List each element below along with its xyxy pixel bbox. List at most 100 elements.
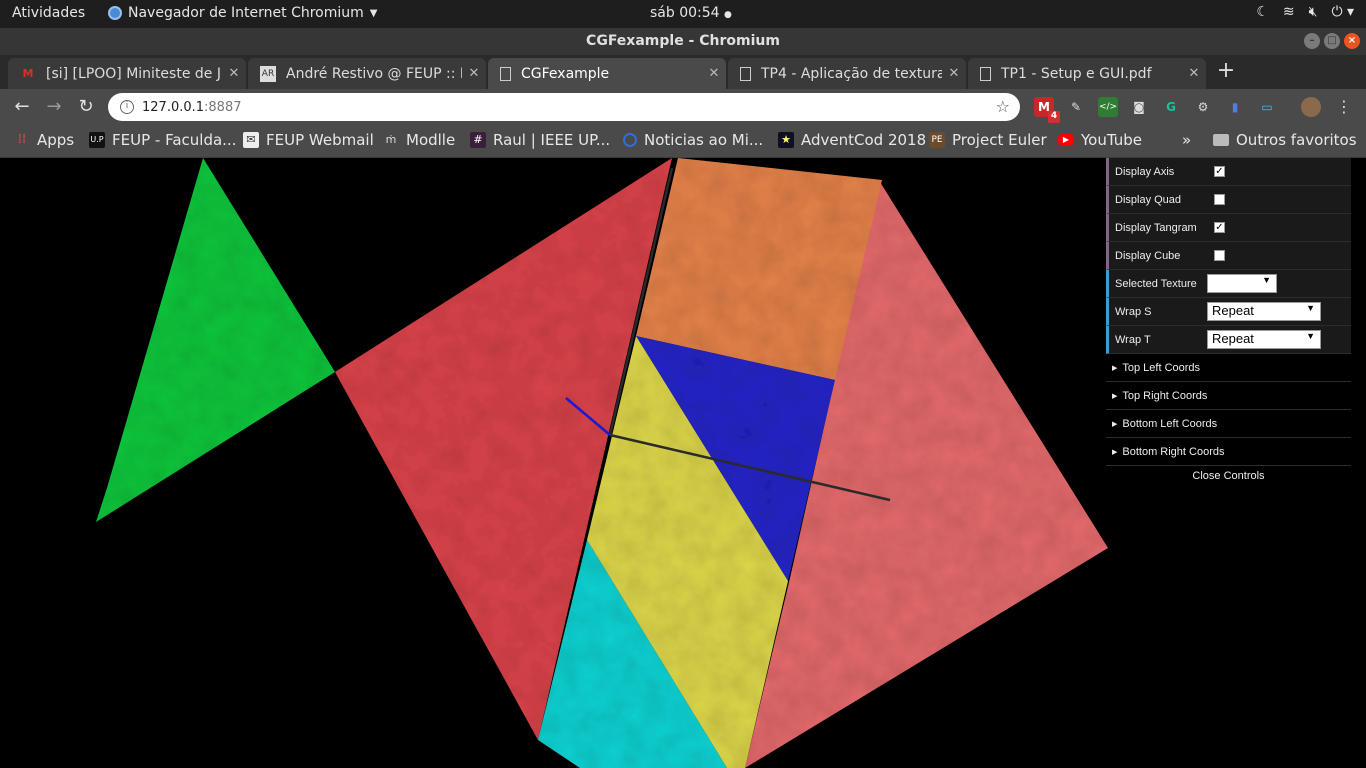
forward-button[interactable]: → [42,95,66,119]
dropdown-arrow-icon: ▼ [1306,303,1315,313]
display-quad-row[interactable]: Display Quad [1106,186,1351,214]
gmail-icon: M [22,67,34,80]
url-host: 127.0.0.1 [142,99,205,115]
notification-dot-icon: ● [724,10,732,20]
power-icon[interactable]: ⏻ ▾ [1331,4,1354,20]
info-icon[interactable]: i [120,100,134,114]
display-axis-row[interactable]: Display Axis ✓ [1106,158,1351,186]
bookmark-apps[interactable]: ⁞⁞ Apps [14,131,74,149]
bookmark-ieee[interactable]: # Raul | IEEE UP... [470,131,610,149]
wrap-t-row[interactable]: Wrap T Repeat ▼ [1106,326,1351,354]
pen-extension-icon[interactable]: ✎ [1066,97,1086,117]
screencast-extension-icon[interactable]: ▭ [1257,97,1277,117]
dropdown-arrow-icon: ▼ [1262,275,1271,285]
folder-top-right-coords[interactable]: ▶ Top Right Coords [1106,382,1351,410]
display-tangram-label: Display Tangram [1115,221,1197,234]
app-menu-label: Navegador de Internet Chromium [128,5,364,21]
wifi-icon[interactable]: ≋ [1283,4,1295,20]
mail-icon: ✉ [243,132,259,148]
display-tangram-row[interactable]: Display Tangram ✓ [1106,214,1351,242]
close-tab-icon[interactable]: ✕ [702,66,726,81]
star-icon: ★ [778,132,794,148]
display-tangram-checkbox[interactable]: ✓ [1214,222,1225,233]
selected-texture-select[interactable]: ▼ [1207,274,1277,293]
close-tab-icon[interactable]: ✕ [1182,66,1206,81]
ar-icon: AR [260,65,276,82]
wrap-s-row[interactable]: Wrap S Repeat ▼ [1106,298,1351,326]
apps-grid-icon: ⁞⁞ [17,132,27,147]
wrap-t-select[interactable]: Repeat ▼ [1207,330,1321,349]
tab-title: TP4 - Aplicação de textura [761,65,942,82]
display-cube-row[interactable]: Display Cube [1106,242,1351,270]
display-cube-checkbox[interactable] [1214,250,1225,261]
close-tab-icon[interactable]: ✕ [462,66,486,81]
folder-top-left-coords[interactable]: ▶ Top Left Coords [1106,354,1351,382]
address-bar[interactable]: i 127.0.0.1:8887 ☆ [108,93,1020,121]
folder-icon [1213,134,1229,146]
display-quad-label: Display Quad [1115,193,1182,206]
back-button[interactable]: ← [10,95,34,119]
bookmark-star-icon[interactable]: ☆ [996,97,1010,116]
new-tab-button[interactable]: + [1214,60,1238,84]
tab-tp1[interactable]: TP1 - Setup e GUI.pdf ✕ [968,58,1206,89]
profile-avatar[interactable] [1301,97,1321,117]
bookmark-project-euler[interactable]: PE Project Euler [929,131,1047,149]
code-extension-icon[interactable]: </> [1098,97,1118,117]
gmail-extension-icon[interactable]: M4 [1034,97,1060,123]
grammarly-extension-icon[interactable]: G [1161,97,1181,117]
display-axis-checkbox[interactable]: ✓ [1214,166,1225,177]
tab-tp4[interactable]: TP4 - Aplicação de textura ✕ [728,58,966,89]
url-port: :8887 [204,99,242,115]
wrap-s-select[interactable]: Repeat ▼ [1207,302,1321,321]
chevron-down-icon: ▼ [369,7,378,19]
triangle-right-icon: ▶ [1112,392,1118,400]
bookmark-feup-webmail[interactable]: ✉ FEUP Webmail [243,131,374,149]
dat-gui-panel: Display Axis ✓ Display Quad Display Tang… [1106,158,1351,486]
tab-andre-restivo[interactable]: AR André Restivo @ FEUP :: L ✕ [248,58,486,89]
triangle-right-icon: ▶ [1112,420,1118,428]
close-controls-button[interactable]: Close Controls [1106,466,1351,486]
night-light-icon[interactable]: ☾ [1256,4,1269,20]
gmail-badge: 4 [1048,111,1060,123]
other-bookmarks-folder[interactable]: Outros favoritos [1213,131,1357,149]
display-axis-label: Display Axis [1115,165,1175,178]
close-tab-icon[interactable]: ✕ [942,66,966,81]
tab-cgfexample[interactable]: CGFexample ✕ [488,58,726,89]
bookmark-extension-icon[interactable]: ▮ [1225,97,1245,117]
tab-strip: M [si] [LPOO] Miniteste de J ✕ AR André … [0,55,1366,89]
display-quad-checkbox[interactable] [1214,194,1225,205]
gear-extension-icon[interactable]: ⚙ [1193,97,1213,117]
menu-kebab-icon[interactable]: ⋮ [1334,97,1354,117]
moodle-icon: ṁ [385,133,397,146]
feup-icon: U.P [89,132,105,148]
activities-button[interactable]: Atividades [12,5,85,21]
folder-bottom-right-coords[interactable]: ▶ Bottom Right Coords [1106,438,1351,466]
bookmark-feup[interactable]: U.P FEUP - Faculda... [89,131,236,149]
bookmark-youtube[interactable]: ▶ YouTube [1058,131,1142,149]
triangle-right-icon: ▶ [1112,448,1118,456]
bookmarks-overflow-button[interactable]: » [1182,131,1191,149]
app-menu[interactable]: Navegador de Internet Chromium ▼ [108,5,377,21]
slack-icon: # [470,132,486,148]
volume-muted-icon[interactable]: 🔇︎ [1309,4,1318,20]
camera-extension-icon[interactable]: ◙ [1129,97,1149,117]
bookmarks-bar: ⁞⁞ Apps U.P FEUP - Faculda... ✉ FEUP Web… [0,125,1366,158]
maximize-button[interactable]: □ [1324,33,1340,49]
selected-texture-row[interactable]: Selected Texture ▼ [1106,270,1351,298]
reload-button[interactable]: ↻ [74,95,98,119]
bookmark-moodle[interactable]: ṁ Modlle [383,131,456,149]
page-icon [500,66,511,81]
chromium-icon [108,6,122,20]
minimize-button[interactable]: – [1304,33,1320,49]
page-icon [980,66,991,81]
tab-gmail[interactable]: M [si] [LPOO] Miniteste de J ✕ [8,58,246,89]
page-icon [740,66,751,81]
folder-bottom-left-coords[interactable]: ▶ Bottom Left Coords [1106,410,1351,438]
tab-title: André Restivo @ FEUP :: L [286,65,462,82]
close-tab-icon[interactable]: ✕ [222,66,246,81]
tab-title: CGFexample [521,65,610,82]
bookmark-adventcode[interactable]: ★ AdventCod 2018 [778,131,926,149]
clock[interactable]: sáb 00:54 ● [650,5,732,21]
close-window-button[interactable]: × [1344,33,1360,49]
bookmark-noticias[interactable]: Noticias ao Mi... [623,131,763,149]
